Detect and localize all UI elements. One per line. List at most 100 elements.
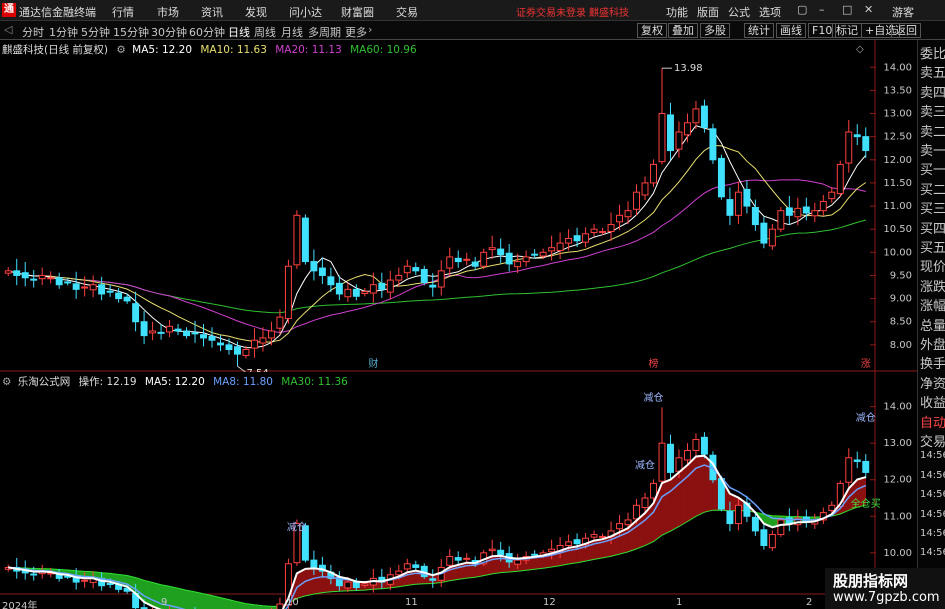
overlay-button[interactable]: 叠加 bbox=[668, 23, 698, 38]
adjust-button[interactable]: 复权 bbox=[637, 23, 667, 38]
sub-candle-body bbox=[454, 557, 462, 561]
side-item-1[interactable]: 卖五 bbox=[920, 62, 945, 81]
x-axis-label-12: 12 bbox=[543, 597, 556, 608]
candle-body bbox=[378, 282, 386, 290]
side-item-8[interactable]: 买三 bbox=[920, 198, 945, 217]
tab-1min[interactable]: 1分钟 bbox=[49, 24, 78, 40]
menu-market[interactable]: 市场 bbox=[157, 4, 179, 20]
close-icon[interactable]: ✕ bbox=[864, 3, 873, 16]
minimize-icon[interactable]: – bbox=[819, 3, 825, 16]
multi-stock-button[interactable]: 多股 bbox=[700, 23, 730, 38]
menu-discover[interactable]: 发现 bbox=[245, 4, 267, 20]
band-segment bbox=[305, 568, 315, 597]
side-item-25[interactable]: 14:56 bbox=[920, 528, 945, 539]
menu-functions[interactable]: 功能 bbox=[666, 4, 688, 20]
menu-layout[interactable]: 版面 bbox=[697, 4, 719, 20]
login-warning[interactable]: 证券交易未登录 bbox=[516, 4, 586, 19]
side-item-13[interactable]: 涨幅 bbox=[920, 295, 945, 314]
candle-body bbox=[200, 334, 207, 339]
more-chevron-icon[interactable]: › bbox=[368, 23, 372, 36]
user-icon[interactable]: ▢ bbox=[797, 3, 807, 16]
sub-y-tick-2: 12.00 bbox=[883, 475, 912, 486]
tab-intraday[interactable]: 分时 bbox=[22, 24, 44, 40]
main-y-tick-0: 14.00 bbox=[883, 62, 912, 73]
side-item-12[interactable]: 涨跌 bbox=[920, 276, 945, 295]
side-item-2[interactable]: 卖四 bbox=[920, 82, 945, 101]
candle-body bbox=[616, 214, 624, 223]
tab-monthly[interactable]: 月线 bbox=[281, 24, 303, 40]
guest-label[interactable]: 游客 bbox=[892, 4, 914, 20]
side-item-6[interactable]: 买一 bbox=[920, 159, 945, 178]
signal-label-2: 减仓 bbox=[644, 391, 664, 404]
candle-body bbox=[480, 251, 488, 267]
side-item-26[interactable]: 14:56 bbox=[920, 547, 945, 558]
candle-body bbox=[149, 330, 157, 334]
sub-candle-body bbox=[276, 603, 284, 609]
draw-line-button[interactable]: 画线 bbox=[776, 23, 806, 38]
tab-15min[interactable]: 15分钟 bbox=[113, 24, 149, 40]
tab-60min[interactable]: 60分钟 bbox=[189, 24, 225, 40]
candle-body bbox=[89, 284, 97, 291]
side-item-3[interactable]: 卖三 bbox=[920, 101, 945, 120]
side-item-14[interactable]: 总量 bbox=[920, 315, 945, 334]
sub-candle-body bbox=[446, 555, 454, 566]
side-item-7[interactable]: 买二 bbox=[920, 179, 945, 198]
side-item-20[interactable]: 交易 bbox=[920, 431, 945, 450]
side-item-10[interactable]: 买五 bbox=[920, 237, 945, 256]
menu-wealth-circle[interactable]: 财富圈 bbox=[341, 4, 374, 20]
side-item-5[interactable]: 卖一 bbox=[920, 140, 945, 159]
menu-options[interactable]: 选项 bbox=[759, 4, 781, 20]
candle-body bbox=[123, 296, 131, 302]
side-item-23[interactable]: 14:56 bbox=[920, 489, 945, 500]
side-item-11[interactable]: 现价 bbox=[920, 256, 945, 275]
menu-news[interactable]: 资讯 bbox=[201, 4, 223, 20]
return-button[interactable]: 返回 bbox=[891, 23, 921, 38]
candle-body bbox=[369, 284, 377, 294]
main-y-tick-7: 10.50 bbox=[883, 224, 912, 235]
tab-5min[interactable]: 5分钟 bbox=[81, 24, 110, 40]
sub-candle-body bbox=[81, 579, 89, 582]
mark-button[interactable]: 标记 bbox=[832, 23, 862, 38]
main-kline-chart[interactable]: 14.00 13.50 13.00 12.50 12.00 11.50 11.00 10.50… bbox=[0, 40, 917, 372]
menu-formula[interactable]: 公式 bbox=[728, 4, 750, 20]
candle-body bbox=[276, 316, 284, 329]
maximize-icon[interactable]: □ bbox=[842, 3, 852, 16]
menu-trade[interactable]: 交易 bbox=[396, 4, 418, 20]
sub-candle-body bbox=[616, 523, 624, 530]
sub-y-tick-3: 11.00 bbox=[883, 511, 912, 522]
sub-candle-body bbox=[548, 548, 556, 553]
side-item-19[interactable]: 自动 bbox=[920, 412, 945, 431]
candle-body bbox=[344, 288, 352, 298]
sub-candle-body bbox=[361, 583, 369, 586]
tab-weekly[interactable]: 周线 bbox=[254, 24, 276, 40]
tab-30min[interactable]: 30分钟 bbox=[151, 24, 187, 40]
back-arrow-icon[interactable]: ◁ bbox=[4, 23, 12, 36]
x-axis-label-11: 11 bbox=[405, 597, 418, 608]
period-toolbar: ◁ 分时 1分钟 5分钟 15分钟 30分钟 60分钟 日线 周线 月线 多周期… bbox=[0, 21, 945, 40]
band-segment bbox=[186, 589, 196, 609]
side-item-18[interactable]: 收益 bbox=[920, 392, 945, 411]
menu-ask[interactable]: 问小达 bbox=[289, 4, 322, 20]
side-item-16[interactable]: 换手 bbox=[920, 353, 945, 372]
tab-daily[interactable]: 日线 bbox=[228, 24, 250, 40]
side-item-17[interactable]: 净资 bbox=[920, 373, 945, 392]
side-item-15[interactable]: 外盘 bbox=[920, 334, 945, 353]
side-item-0[interactable]: 委比 bbox=[920, 43, 945, 62]
watermark-title: 股朋指标网 bbox=[833, 572, 909, 590]
side-item-24[interactable]: 14:56 bbox=[920, 509, 945, 520]
candle-body bbox=[819, 200, 827, 212]
statistics-button[interactable]: 统计 bbox=[744, 23, 774, 38]
signal-label-0: 减仓 bbox=[287, 521, 307, 534]
tab-more[interactable]: 更多 bbox=[345, 24, 367, 40]
menu-market-quotes[interactable]: 行情 bbox=[112, 4, 134, 20]
app-title: 通达信金融终端 bbox=[19, 6, 96, 19]
side-item-21[interactable]: 14:56 bbox=[920, 450, 945, 461]
side-item-4[interactable]: 卖二 bbox=[920, 121, 945, 140]
candle-body bbox=[802, 206, 810, 214]
sub-candle-body bbox=[344, 581, 352, 589]
tab-multi-period[interactable]: 多周期 bbox=[308, 24, 341, 40]
side-item-9[interactable]: 买四 bbox=[920, 218, 945, 237]
side-item-22[interactable]: 14:56 bbox=[920, 470, 945, 481]
candle-body bbox=[310, 261, 318, 272]
sub-indicator-chart[interactable]: 14.0013.0012.0011.0010.009.00减仓减仓减仓减仓全仓买 bbox=[0, 372, 917, 609]
